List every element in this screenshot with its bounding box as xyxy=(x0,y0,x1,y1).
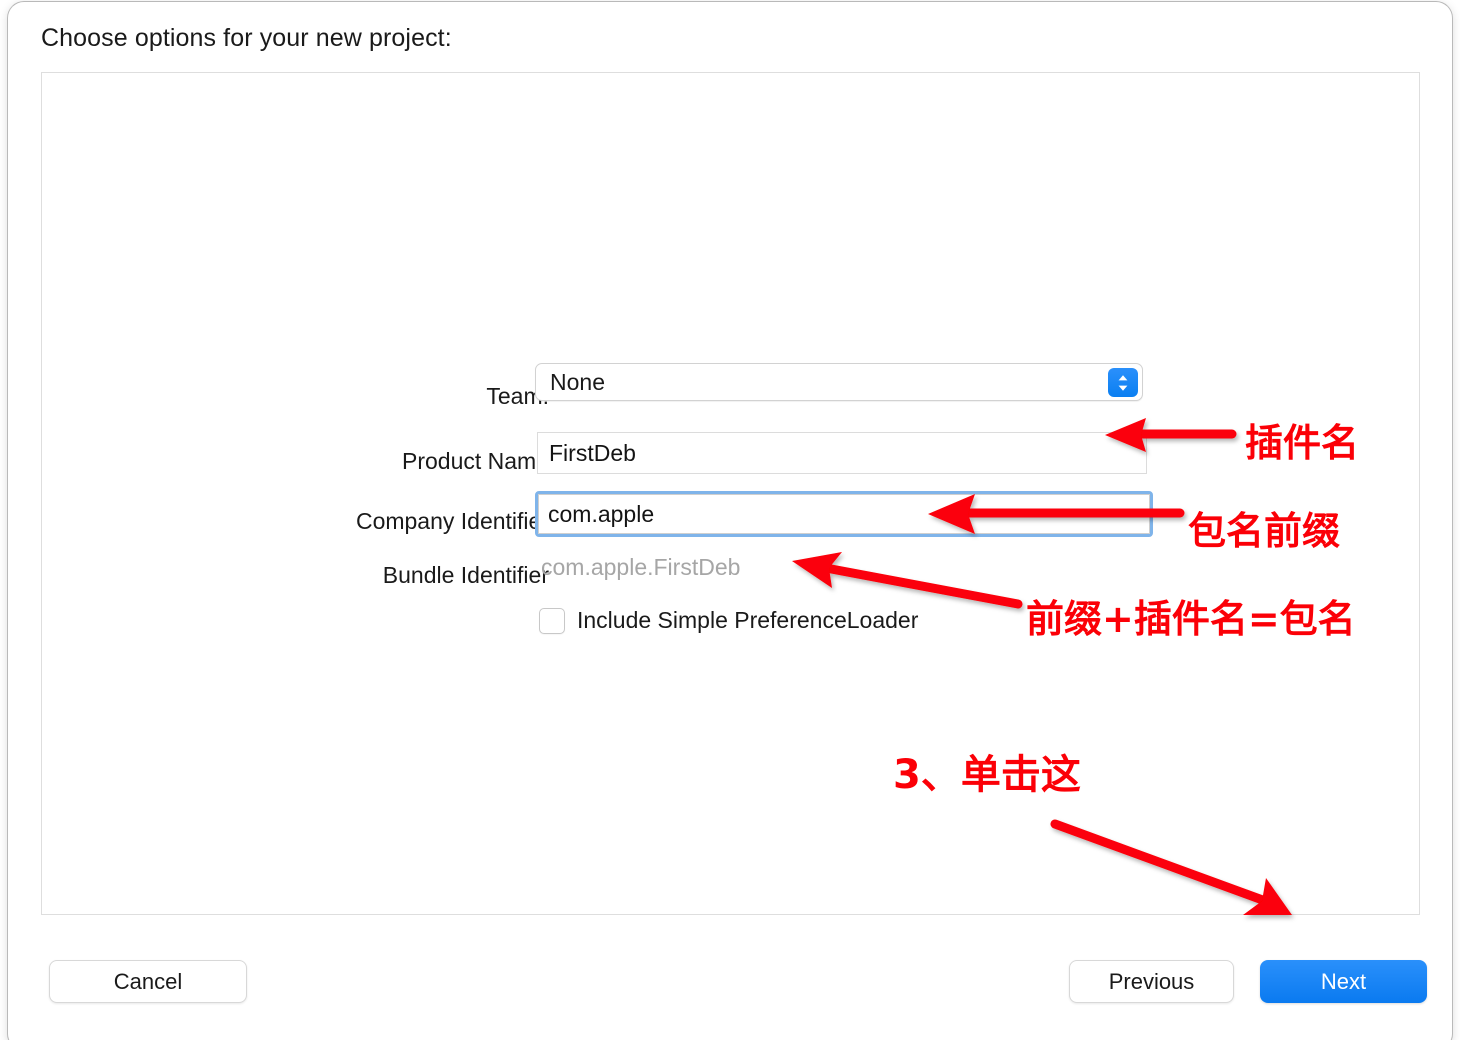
screenshot-root: Choose options for your new project: Tea… xyxy=(0,0,1460,1040)
company-identifier-input[interactable]: com.apple xyxy=(535,491,1153,537)
team-label-wrap: Team: xyxy=(42,381,549,411)
team-select[interactable]: None xyxy=(535,363,1143,401)
company-identifier-input-inner: com.apple xyxy=(538,494,1150,534)
bundle-identifier-label-wrap: Bundle Identifier xyxy=(42,560,549,590)
company-identifier-value: com.apple xyxy=(548,500,655,527)
product-name-label: Product Name xyxy=(401,447,549,474)
company-identifier-label-wrap: Company Identifier xyxy=(42,506,549,536)
cancel-button[interactable]: Cancel xyxy=(49,960,247,1003)
include-preference-loader-label: Include Simple PreferenceLoader xyxy=(577,607,919,633)
product-name-input[interactable]: FirstDeb xyxy=(537,432,1147,474)
bundle-identifier-value: com.apple.FirstDeb xyxy=(541,554,741,580)
product-name-label-wrap: Product Name xyxy=(42,446,549,476)
previous-button[interactable]: Previous xyxy=(1069,960,1234,1003)
checkbox-box-icon[interactable] xyxy=(539,607,565,634)
new-project-options-dialog: Choose options for your new project: Tea… xyxy=(8,2,1452,1040)
team-selected-value: None xyxy=(550,368,605,395)
product-name-value: FirstDeb xyxy=(549,439,636,466)
company-identifier-label: Company Identifier xyxy=(355,507,549,534)
include-preference-loader-checkbox[interactable]: Include Simple PreferenceLoader xyxy=(539,607,918,634)
chevron-up-down-icon[interactable] xyxy=(1108,368,1138,397)
bundle-identifier-label: Bundle Identifier xyxy=(382,561,549,588)
next-button[interactable]: Next xyxy=(1260,960,1427,1003)
page-title: Choose options for your new project: xyxy=(41,24,452,52)
